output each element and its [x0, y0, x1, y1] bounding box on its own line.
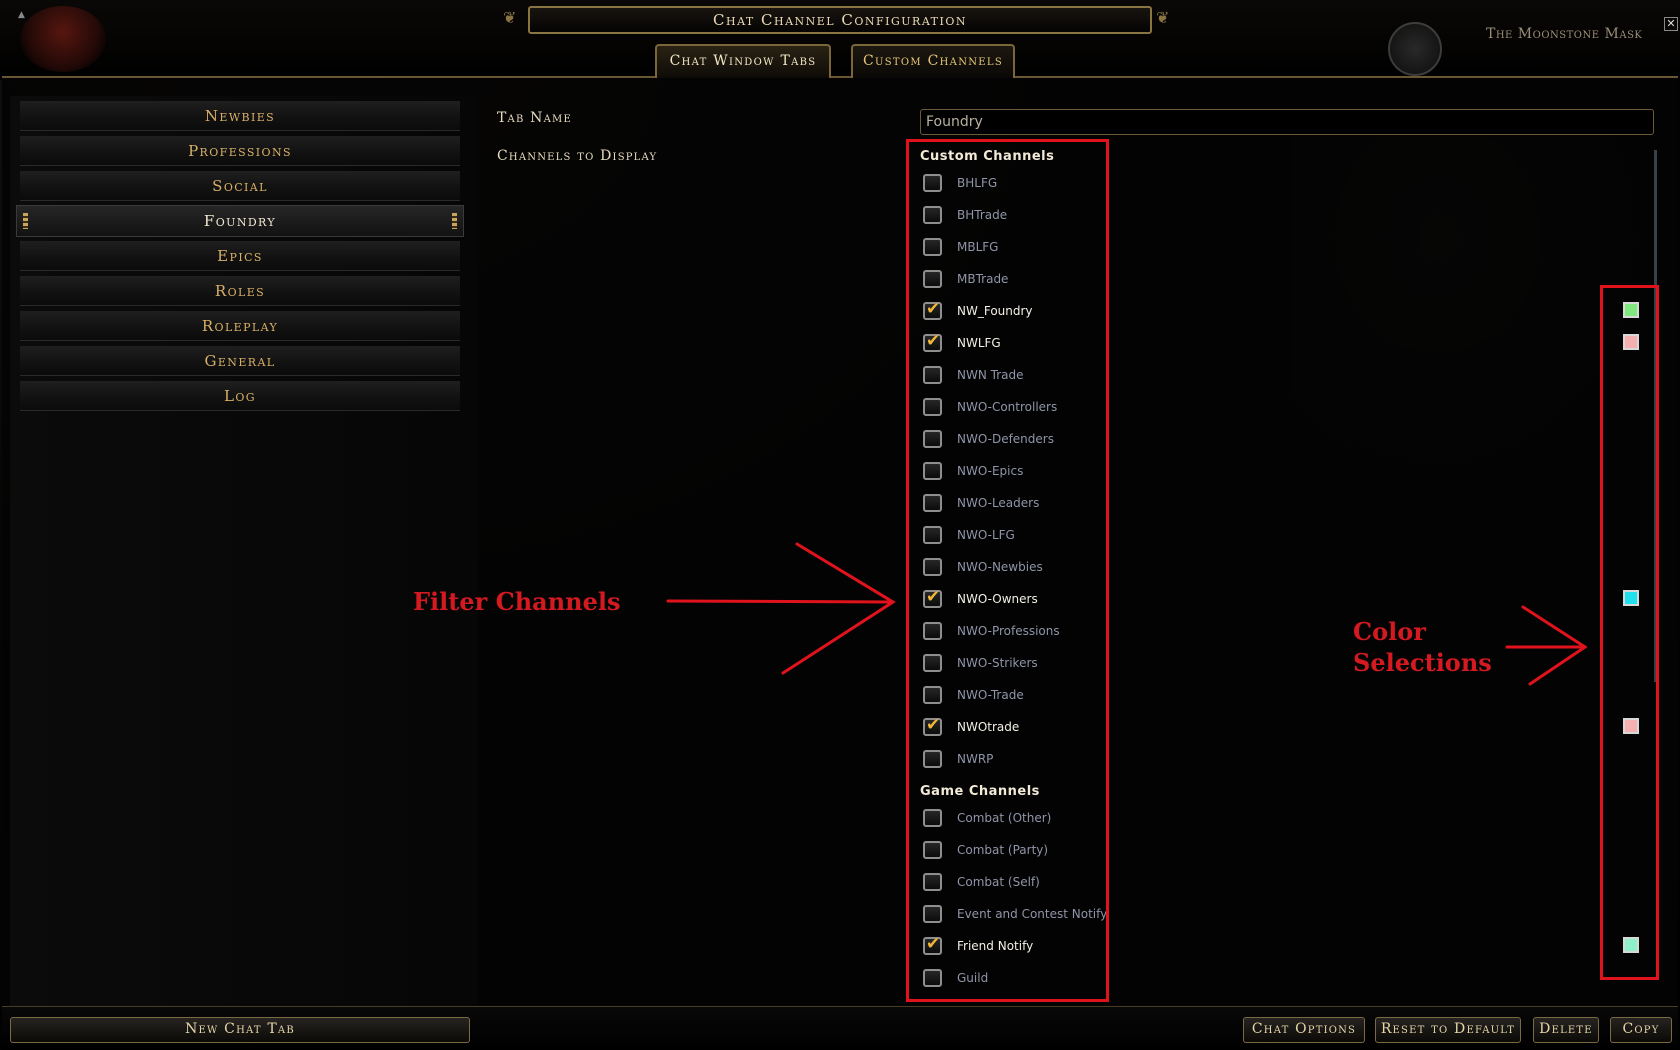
sidebar-item-log[interactable]: Log	[20, 381, 460, 411]
sidebar-item-epics[interactable]: Epics	[20, 241, 460, 271]
right-ornament-icon: ❦	[1156, 8, 1170, 27]
sidebar-item-newbies[interactable]: Newbies	[20, 101, 460, 131]
channels-to-display-label: Channels to Display	[497, 148, 658, 164]
reset-to-default-button[interactable]: Reset to Default	[1375, 1017, 1521, 1043]
selections-annotation: Selections	[1353, 648, 1492, 677]
minimap	[1388, 22, 1442, 76]
scroll-up-icon: ▲	[18, 10, 25, 20]
sidebar-item-social[interactable]: Social	[20, 171, 460, 201]
delete-button[interactable]: Delete	[1533, 1017, 1599, 1043]
selection-pip-right-icon	[452, 213, 457, 229]
close-icon[interactable]: ✕	[1664, 17, 1678, 31]
character-portrait	[20, 6, 106, 72]
sidebar-item-roles[interactable]: Roles	[20, 276, 460, 306]
zone-name: The Moonstone Mask	[1486, 26, 1643, 42]
chat-options-button[interactable]: Chat Options	[1243, 1017, 1365, 1043]
filter-channels-annotation: Filter Channels	[413, 587, 621, 616]
copy-button[interactable]: Copy	[1610, 1017, 1672, 1043]
selection-pip-left-icon	[23, 213, 28, 229]
tab-name-label: Tab Name	[497, 110, 572, 126]
left-ornament-icon: ❦	[503, 8, 517, 27]
sidebar-item-general[interactable]: General	[20, 346, 460, 376]
sidebar-item-roleplay[interactable]: Roleplay	[20, 311, 460, 341]
new-chat-tab-button[interactable]: New Chat Tab	[10, 1017, 470, 1043]
sidebar-item-foundry[interactable]: Foundry	[16, 205, 464, 237]
color-annotation: Color	[1353, 617, 1426, 646]
tab-name-input[interactable]: Foundry	[920, 109, 1654, 135]
sidebar-item-professions[interactable]: Professions	[20, 136, 460, 166]
tab-chat-window-tabs[interactable]: Chat Window Tabs	[655, 44, 831, 78]
filter-channels-highlight	[906, 139, 1109, 1002]
color-selections-highlight	[1600, 285, 1659, 980]
tab-custom-channels[interactable]: Custom Channels	[851, 44, 1015, 78]
sidebar-item-label: Foundry	[203, 212, 277, 230]
window-title: Chat Channel Configuration	[528, 6, 1152, 34]
